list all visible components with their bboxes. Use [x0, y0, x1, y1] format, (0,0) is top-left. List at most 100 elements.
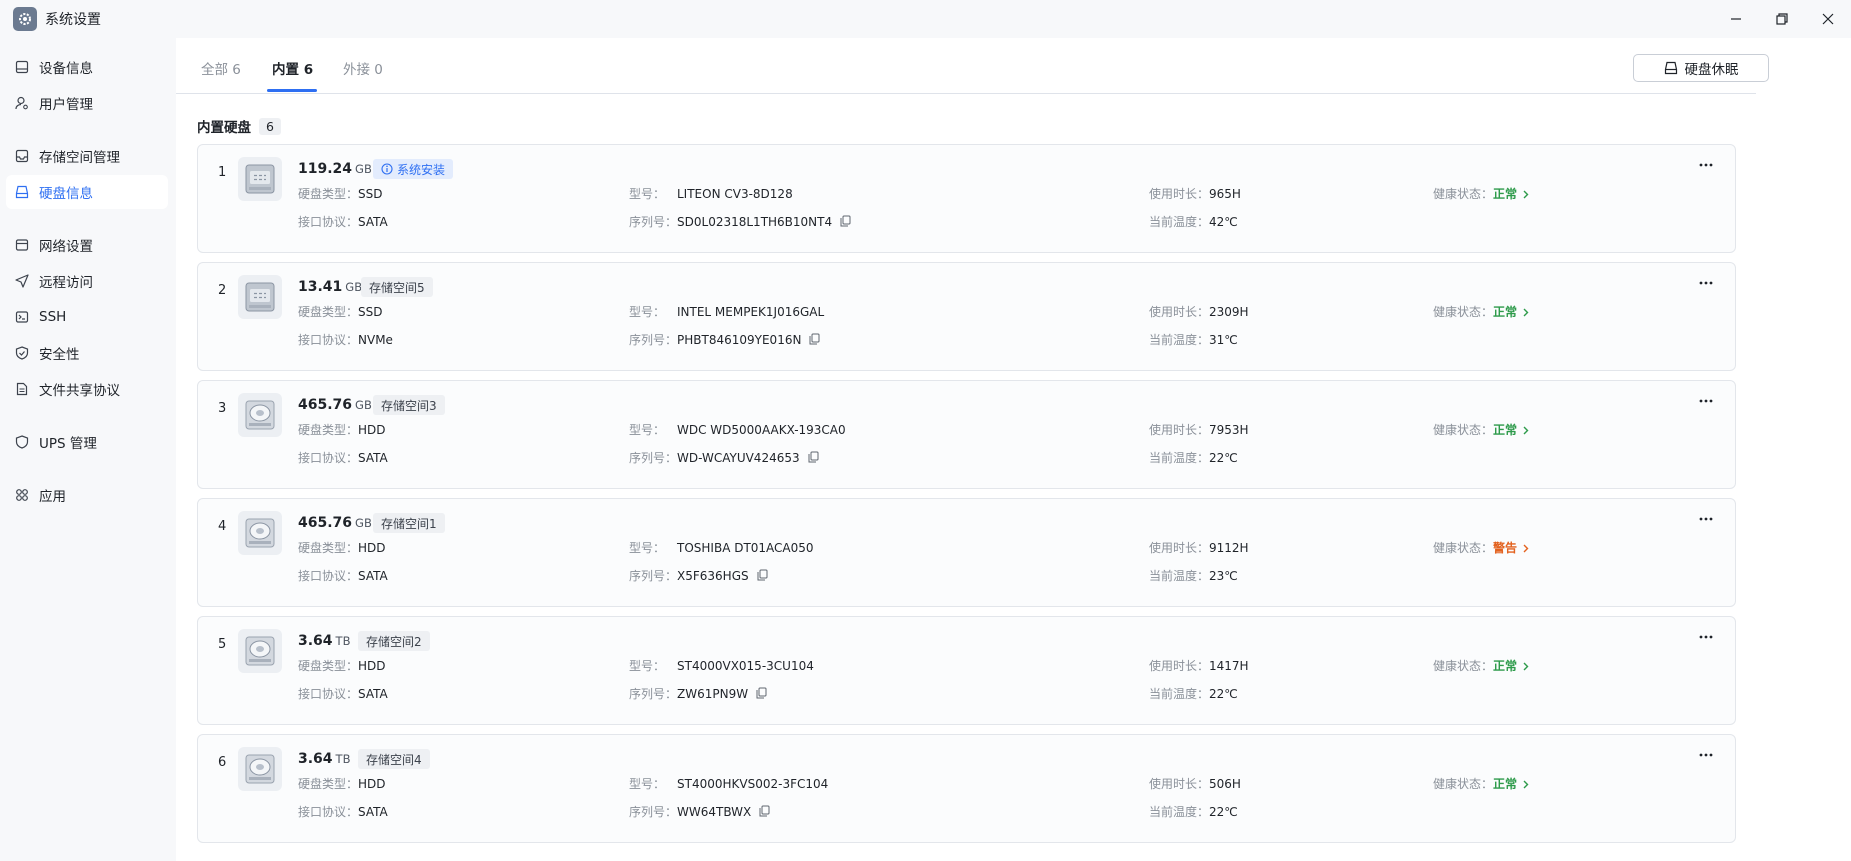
tab-all[interactable]: 全部 6 — [201, 58, 241, 78]
ssd-icon — [238, 275, 282, 319]
health-field[interactable]: 健康状态：正常 — [1433, 303, 1529, 320]
interface-value: NVMe — [358, 333, 393, 347]
disk-size-unit: TB — [335, 634, 351, 648]
minimize-icon — [1731, 18, 1741, 20]
health-status[interactable]: 警告 — [1493, 541, 1517, 555]
disk-sleep-button[interactable]: 硬盘休眠 — [1633, 54, 1769, 82]
tab-internal[interactable]: 内置 6 — [272, 58, 313, 78]
disk-card[interactable]: 1 119.24 GB 系统安装 硬盘类型：SSD 接口协议：SATA 型号： LITEON … — [197, 144, 1736, 253]
disk-card[interactable]: 5 3.64 TB 存储空间2 硬盘类型：HDD 接口协议：SATA 型号： ST4000VX… — [197, 616, 1736, 725]
health-status[interactable]: 正常 — [1493, 305, 1517, 319]
close-icon — [1822, 13, 1834, 25]
disk-badge: 存储空间2 — [358, 631, 430, 651]
title-bar: 系统设置 — [0, 0, 1851, 38]
model-label: 型号： — [629, 777, 666, 791]
health-field[interactable]: 健康状态：警告 — [1433, 539, 1529, 556]
temperature-label: 当前温度： — [1149, 215, 1210, 229]
usage-value: 7953H — [1209, 423, 1249, 437]
copy-icon[interactable] — [809, 333, 820, 348]
serial-label: 序列号： — [629, 333, 678, 347]
more-options-button[interactable] — [1694, 275, 1718, 291]
health-status[interactable]: 正常 — [1493, 777, 1517, 791]
model-field: 型号： INTEL MEMPEK1J016GAL — [629, 303, 824, 320]
more-options-button[interactable] — [1694, 157, 1718, 173]
temperature-field: 当前温度：42℃ — [1149, 213, 1238, 230]
serial-label: 序列号： — [629, 215, 678, 229]
health-field[interactable]: 健康状态：正常 — [1433, 185, 1529, 202]
more-options-button[interactable] — [1694, 393, 1718, 409]
chevron-right-icon[interactable] — [1523, 660, 1529, 674]
interface-label: 接口协议： — [298, 451, 359, 465]
disk-card[interactable]: 3 465.76 GB 存储空间3 硬盘类型：HDD 接口协议：SATA 型号： WDC WD… — [197, 380, 1736, 489]
interface-field: 接口协议：NVMe — [298, 331, 393, 348]
disk-type-value: HDD — [358, 659, 386, 673]
health-field[interactable]: 健康状态：正常 — [1433, 657, 1529, 674]
usage-value: 965H — [1209, 187, 1241, 201]
sidebar-item-label: 文件共享协议 — [39, 383, 120, 399]
disk-badge: 系统安装 — [373, 159, 454, 179]
tab-external[interactable]: 外接 0 — [343, 58, 383, 78]
disk-type-value: HDD — [358, 777, 386, 791]
minimize-button[interactable] — [1713, 0, 1759, 38]
sidebar-item-share[interactable]: 文件共享协议 — [6, 372, 168, 406]
health-status[interactable]: 正常 — [1493, 423, 1517, 437]
health-field[interactable]: 健康状态：正常 — [1433, 775, 1529, 792]
sidebar-item-remote[interactable]: 远程访问 — [6, 264, 168, 298]
temperature-label: 当前温度： — [1149, 333, 1210, 347]
serial-value: SD0L02318L1TH6B10NT4 — [677, 215, 833, 229]
copy-icon[interactable] — [757, 569, 768, 584]
sidebar-item-users[interactable]: 用户管理 — [6, 86, 168, 120]
chevron-right-icon[interactable] — [1523, 188, 1529, 202]
sidebar-item-security[interactable]: 安全性 — [6, 336, 168, 370]
health-status[interactable]: 正常 — [1493, 659, 1517, 673]
sidebar-item-apps[interactable]: 应用 — [6, 478, 168, 512]
interface-field: 接口协议：SATA — [298, 567, 388, 584]
chevron-right-icon[interactable] — [1523, 306, 1529, 320]
temperature-value: 31℃ — [1209, 333, 1238, 347]
copy-icon[interactable] — [840, 215, 851, 230]
sidebar-item-label: 应用 — [39, 489, 66, 505]
section-count: 6 — [259, 117, 281, 135]
serial-value: ZW61PN9W — [677, 687, 749, 701]
health-field[interactable]: 健康状态：正常 — [1433, 421, 1529, 438]
disk-capacity: 3.64 TB — [298, 633, 350, 649]
disk-card[interactable]: 6 3.64 TB 存储空间4 硬盘类型：HDD 接口协议：SATA 型号： ST4000HK… — [197, 734, 1736, 843]
health-status[interactable]: 正常 — [1493, 187, 1517, 201]
model-value: ST4000VX015-3CU104 — [677, 659, 814, 673]
close-button[interactable] — [1805, 0, 1851, 38]
more-icon — [1699, 163, 1713, 167]
sidebar-item-ssh[interactable]: SSH — [6, 300, 168, 334]
sidebar-item-network[interactable]: 网络设置 — [6, 228, 168, 262]
copy-icon[interactable] — [756, 687, 767, 702]
sidebar-item-ups[interactable]: UPS 管理 — [6, 425, 168, 459]
more-options-button[interactable] — [1694, 511, 1718, 527]
chevron-right-icon[interactable] — [1523, 778, 1529, 792]
sidebar-item-label: 设备信息 — [39, 61, 93, 77]
more-options-button[interactable] — [1694, 747, 1718, 763]
restore-button[interactable] — [1759, 0, 1805, 38]
sidebar-item-device[interactable]: 设备信息 — [6, 50, 168, 84]
sidebar-item-storage[interactable]: 存储空间管理 — [6, 139, 168, 173]
chevron-right-icon[interactable] — [1523, 424, 1529, 438]
disk-type-field: 硬盘类型：HDD — [298, 657, 386, 674]
copy-icon[interactable] — [759, 805, 770, 820]
sidebar-item-label: 网络设置 — [39, 239, 93, 255]
interface-label: 接口协议： — [298, 569, 359, 583]
usage-value: 1417H — [1209, 659, 1249, 673]
serial-field: 序列号：SD0L02318L1TH6B10NT4 — [629, 213, 851, 230]
sidebar-item-label: 安全性 — [39, 347, 80, 363]
device-icon — [14, 59, 30, 75]
chevron-right-icon[interactable] — [1523, 542, 1529, 556]
more-options-button[interactable] — [1694, 629, 1718, 645]
disk-card[interactable]: 2 13.41 GB 存储空间5 硬盘类型：SSD 接口协议：NVMe 型号： INTEL M… — [197, 262, 1736, 371]
sidebar-item-disks[interactable]: 硬盘信息 — [6, 175, 168, 209]
ssd-icon — [238, 157, 282, 201]
copy-icon[interactable] — [808, 451, 819, 466]
sidebar-item-label: 远程访问 — [39, 275, 93, 291]
hdd-icon — [238, 511, 282, 555]
usage-field: 使用时长：1417H — [1149, 657, 1249, 674]
temperature-field: 当前温度：22℃ — [1149, 449, 1238, 466]
health-label: 健康状态： — [1433, 187, 1494, 201]
restore-icon — [1776, 13, 1788, 25]
disk-card[interactable]: 4 465.76 GB 存储空间1 硬盘类型：HDD 接口协议：SATA 型号： TOSHIB… — [197, 498, 1736, 607]
